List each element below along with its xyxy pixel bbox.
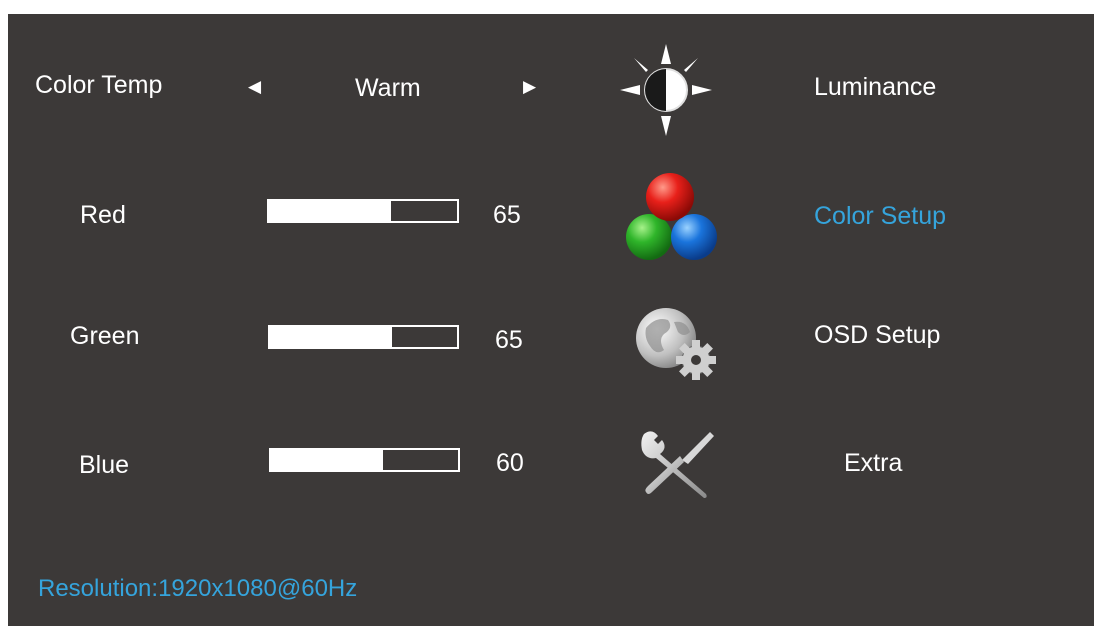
menu-item-extra[interactable]: Extra — [844, 448, 902, 478]
blue-slider[interactable] — [269, 448, 460, 472]
color-setup-icon[interactable] — [618, 170, 722, 262]
extra-tools-icon[interactable] — [636, 426, 718, 500]
red-value: 65 — [493, 201, 521, 229]
green-label: Green — [70, 322, 140, 350]
blue-label: Blue — [79, 451, 130, 479]
osd-menu-panel: Color Temp ◀ Warm ▶ Red 65 Green 65 Blue… — [8, 14, 1094, 626]
red-slider[interactable] — [267, 199, 459, 223]
red-slider-fill — [269, 201, 392, 221]
brightness-icon[interactable] — [618, 42, 714, 138]
red-label: Red — [80, 201, 126, 229]
menu-item-osd-setup[interactable]: OSD Setup — [814, 320, 940, 350]
left-arrow-icon[interactable]: ◀ — [248, 77, 261, 97]
green-slider[interactable] — [268, 325, 459, 349]
right-arrow-icon[interactable]: ▶ — [523, 77, 536, 97]
menu-item-luminance[interactable]: Luminance — [814, 72, 936, 102]
osd-setup-icon[interactable] — [628, 298, 728, 388]
green-value: 65 — [495, 326, 523, 354]
blue-slider-fill — [271, 450, 384, 470]
menu-item-color-setup[interactable]: Color Setup — [814, 201, 946, 231]
color-temp-label: Color Temp — [35, 71, 163, 99]
green-slider-fill — [270, 327, 392, 347]
resolution-status: Resolution:1920x1080@60Hz — [38, 575, 358, 602]
blue-value: 60 — [496, 449, 524, 477]
color-temp-value: Warm — [355, 74, 421, 102]
